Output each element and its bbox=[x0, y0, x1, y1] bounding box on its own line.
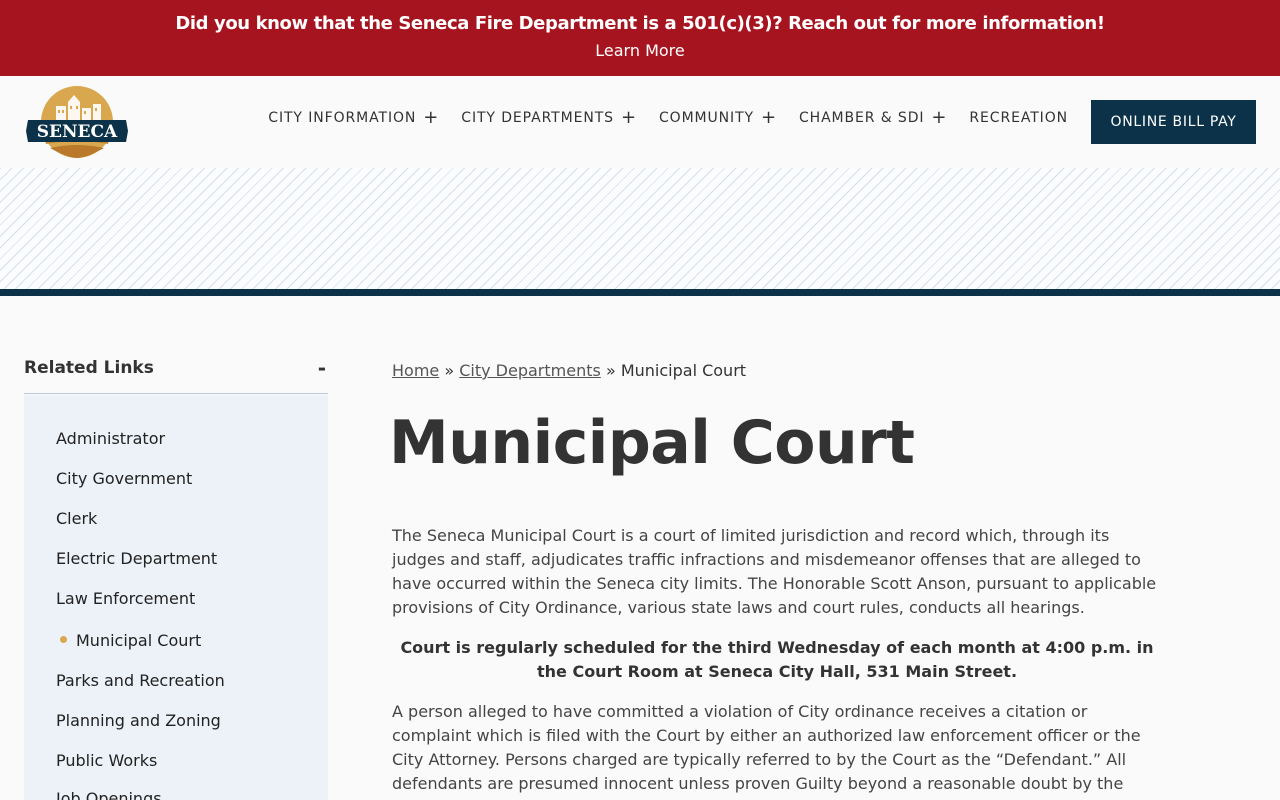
plus-icon[interactable]: + bbox=[423, 109, 439, 127]
collapse-toggle-button[interactable]: - bbox=[318, 356, 326, 380]
related-links-header: Related Links - bbox=[24, 356, 328, 394]
seneca-logo[interactable]: SENECA bbox=[26, 84, 128, 160]
breadcrumb-current: Municipal Court bbox=[620, 361, 747, 380]
nav-recreation[interactable]: RECREATION bbox=[969, 110, 1068, 126]
schedule-paragraph: Court is regularly scheduled for the thi… bbox=[400, 638, 1154, 681]
nav-city-information[interactable]: CITY INFORMATION + bbox=[268, 109, 439, 127]
sidebar-item-clerk[interactable]: Clerk bbox=[56, 509, 97, 528]
breadcrumb-departments-link[interactable]: City Departments bbox=[459, 361, 601, 380]
site-header: SENECA CITY INFORMATION + CITY DEPARTMEN… bbox=[0, 76, 1280, 168]
nav-city-departments[interactable]: CITY DEPARTMENTS + bbox=[461, 109, 637, 127]
plus-icon[interactable]: + bbox=[931, 109, 947, 127]
nav-label: CITY INFORMATION bbox=[268, 110, 417, 126]
svg-text:SENECA: SENECA bbox=[37, 122, 118, 142]
learn-more-link[interactable]: Learn More bbox=[0, 41, 1280, 60]
sidebar-item-city-government[interactable]: City Government bbox=[56, 469, 192, 488]
main-nav: CITY INFORMATION + CITY DEPARTMENTS + CO… bbox=[268, 109, 1068, 127]
nav-label: RECREATION bbox=[969, 110, 1068, 126]
nav-community[interactable]: COMMUNITY + bbox=[658, 109, 777, 127]
sidebar-item-administrator[interactable]: Administrator bbox=[56, 429, 165, 448]
hero-banner bbox=[0, 168, 1280, 289]
page-title: Municipal Court bbox=[389, 408, 915, 478]
online-bill-pay-button[interactable]: ONLINE BILL PAY bbox=[1091, 100, 1256, 144]
sidebar-item-planning-and-zoning[interactable]: Planning and Zoning bbox=[56, 711, 221, 730]
sidebar-item-public-works[interactable]: Public Works bbox=[56, 751, 157, 770]
plus-icon[interactable]: + bbox=[621, 109, 637, 127]
plus-icon[interactable]: + bbox=[761, 109, 777, 127]
sidebar-item-municipal-court[interactable]: Municipal Court bbox=[76, 631, 201, 650]
breadcrumb-separator: » bbox=[444, 361, 455, 380]
related-links-title: Related Links bbox=[24, 358, 154, 378]
nav-label: COMMUNITY bbox=[658, 110, 754, 126]
hero-divider bbox=[0, 289, 1280, 296]
breadcrumb-separator: » bbox=[605, 361, 616, 380]
active-indicator-icon bbox=[60, 636, 67, 643]
defendant-paragraph: A person alleged to have committed a vio… bbox=[392, 702, 1141, 793]
related-links-list: Administrator City Government Clerk Elec… bbox=[24, 395, 328, 800]
sidebar-item-parks-and-recreation[interactable]: Parks and Recreation bbox=[56, 671, 225, 690]
intro-paragraph: The Seneca Municipal Court is a court of… bbox=[392, 526, 1157, 617]
announcement-message: Did you know that the Seneca Fire Depart… bbox=[175, 13, 1105, 34]
nav-chamber-sdi[interactable]: CHAMBER & SDI + bbox=[798, 109, 947, 127]
sidebar-item-law-enforcement[interactable]: Law Enforcement bbox=[56, 589, 195, 608]
breadcrumb: Home » City Departments » Municipal Cour… bbox=[392, 361, 746, 380]
sidebar-item-job-openings[interactable]: Job Openings bbox=[56, 789, 162, 800]
breadcrumb-home-link[interactable]: Home bbox=[392, 361, 439, 380]
announcement-bar: Did you know that the Seneca Fire Depart… bbox=[0, 0, 1280, 76]
nav-label: CITY DEPARTMENTS bbox=[461, 110, 614, 126]
sidebar-item-electric-department[interactable]: Electric Department bbox=[56, 549, 217, 568]
nav-label: CHAMBER & SDI bbox=[798, 110, 925, 126]
